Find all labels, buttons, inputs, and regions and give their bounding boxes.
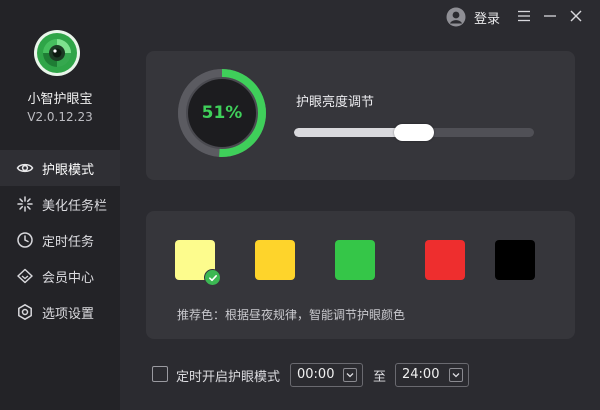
settings-icon [16, 303, 34, 321]
sidebar-item-label: 定时任务 [42, 234, 95, 250]
sidebar-item-label: 护眼模式 [42, 162, 95, 178]
minimize-icon [544, 15, 556, 17]
brightness-slider-thumb[interactable] [394, 124, 434, 141]
end-time-select[interactable]: 24:00 [395, 363, 469, 387]
color-swatch-yellow[interactable] [255, 240, 295, 280]
chevron-down-icon [343, 368, 357, 382]
menu-button[interactable] [516, 8, 532, 24]
schedule-row: 定时开启护眼模式 00:00 至 24:00 [152, 363, 482, 387]
login-label: 登录 [474, 11, 501, 27]
start-time-value: 00:00 [297, 367, 335, 382]
brightness-panel: 51% 护眼亮度调节 [146, 51, 575, 180]
sidebar: 小智护眼宝 V2.0.12.23 护眼模式 美化任务栏 定时任务 会员中心 选项… [0, 0, 120, 410]
sidebar-item-label: 美化任务栏 [42, 198, 108, 214]
color-swatch-red[interactable] [425, 240, 465, 280]
login-button[interactable]: 登录 [446, 7, 500, 27]
clock-icon [16, 231, 34, 249]
title-bar: 登录 [300, 0, 600, 34]
diamond-icon [16, 267, 34, 285]
chevron-down-icon [449, 368, 463, 382]
brightness-value: 51% [201, 103, 243, 123]
sidebar-item-settings[interactable]: 选项设置 [0, 294, 120, 330]
selected-check-icon [204, 269, 221, 286]
sidebar-item-label: 会员中心 [42, 270, 95, 286]
schedule-checkbox[interactable] [152, 366, 168, 382]
color-swatch-green[interactable] [335, 240, 375, 280]
schedule-label: 定时开启护眼模式 [176, 370, 281, 385]
user-avatar-icon [446, 7, 466, 27]
eye-icon [16, 159, 34, 177]
menu-icon [518, 10, 530, 22]
sidebar-nav: 护眼模式 美化任务栏 定时任务 会员中心 选项设置 [0, 150, 120, 330]
end-time-value: 24:00 [402, 367, 440, 382]
app-name: 小智护眼宝 [27, 92, 93, 107]
close-icon [570, 10, 582, 22]
brightness-label: 护眼亮度调节 [296, 95, 375, 110]
sidebar-item-timer[interactable]: 定时任务 [0, 222, 120, 258]
sidebar-item-eye-mode[interactable]: 护眼模式 [0, 150, 120, 186]
color-panel: 推荐色：根据昼夜规律，智能调节护眼颜色 [146, 211, 575, 339]
app-version: V2.0.12.23 [27, 110, 93, 124]
color-swatch-black[interactable] [495, 240, 535, 280]
sparkle-icon [16, 195, 34, 213]
sidebar-item-taskbar[interactable]: 美化任务栏 [0, 186, 120, 222]
to-label: 至 [373, 370, 387, 385]
app-logo-icon [34, 30, 80, 76]
close-button[interactable] [568, 8, 584, 24]
sidebar-item-label: 选项设置 [42, 306, 95, 322]
minimize-button[interactable] [542, 8, 558, 24]
start-time-select[interactable]: 00:00 [290, 363, 363, 387]
sidebar-item-member[interactable]: 会员中心 [0, 258, 120, 294]
color-hint: 推荐色：根据昼夜规律，智能调节护眼颜色 [177, 308, 406, 322]
